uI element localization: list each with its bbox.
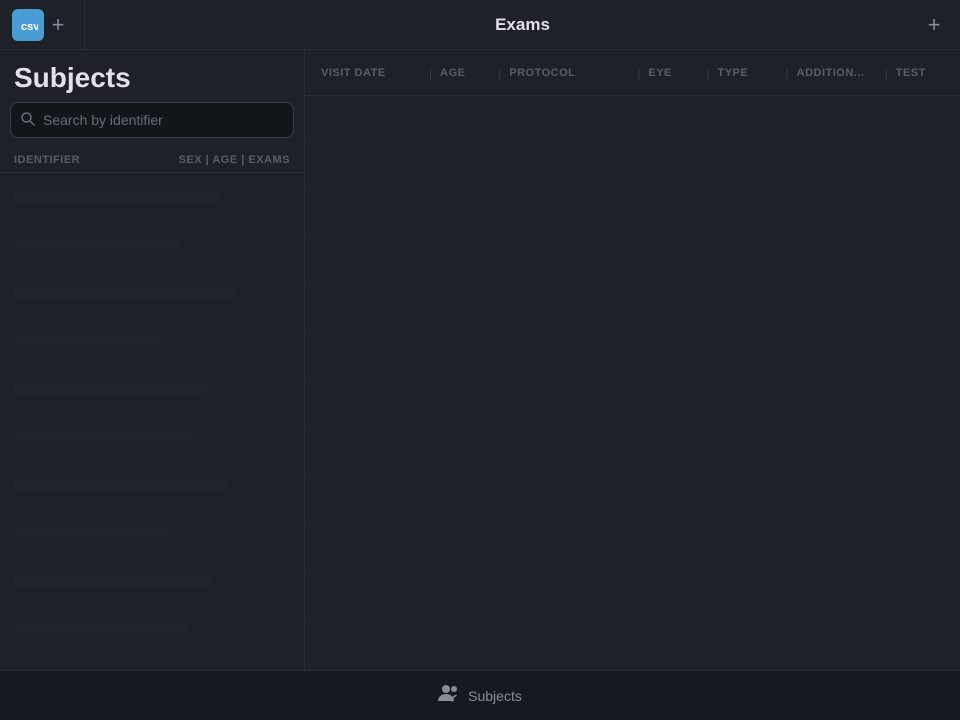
- test-col-header: TEST: [896, 67, 956, 79]
- table-row[interactable]: [305, 240, 960, 288]
- separator-6: |: [885, 66, 888, 80]
- table-row[interactable]: [0, 557, 304, 605]
- identifier-col-header: IDENTIFIER: [14, 154, 80, 166]
- subject-rows: [0, 173, 304, 670]
- top-bar: csv + Exams +: [0, 0, 960, 50]
- table-row[interactable]: [0, 269, 304, 317]
- separator-3: |: [637, 66, 640, 80]
- left-panel: Subjects IDENTIFIER SEX | AGE | EXAMS: [0, 50, 305, 670]
- table-row[interactable]: [305, 192, 960, 240]
- table-row[interactable]: [0, 461, 304, 509]
- main-content: Subjects IDENTIFIER SEX | AGE | EXAMS: [0, 50, 960, 670]
- table-row[interactable]: [0, 413, 304, 461]
- exams-panel-title: Exams: [495, 15, 550, 35]
- right-header: Exams +: [85, 0, 960, 49]
- search-input[interactable]: [43, 112, 283, 128]
- left-column-headers: IDENTIFIER SEX | AGE | EXAMS: [0, 148, 304, 173]
- add-subject-button[interactable]: +: [44, 11, 72, 39]
- age-col-header: AGE: [440, 67, 490, 79]
- table-row[interactable]: [305, 528, 960, 576]
- table-row[interactable]: [0, 317, 304, 365]
- right-panel: VISIT DATE | AGE | PROTOCOL | EYE | TYPE…: [305, 50, 960, 670]
- table-row[interactable]: [0, 653, 304, 670]
- table-row[interactable]: [305, 624, 960, 670]
- additional-col-header: ADDITION...: [797, 67, 877, 79]
- search-icon: [21, 112, 35, 129]
- sex-age-exams-col-header: SEX | AGE | EXAMS: [179, 154, 290, 166]
- separator-5: |: [786, 66, 789, 80]
- separator-2: |: [498, 66, 501, 80]
- table-row[interactable]: [305, 432, 960, 480]
- exam-rows: [305, 96, 960, 670]
- visit-date-col-header: VISIT DATE: [321, 67, 421, 79]
- table-row[interactable]: [0, 221, 304, 269]
- separator-4: |: [706, 66, 709, 80]
- table-row[interactable]: [0, 173, 304, 221]
- subjects-title: Subjects: [0, 50, 304, 102]
- type-col-header: TYPE: [718, 67, 778, 79]
- left-header: csv +: [0, 0, 85, 50]
- table-row[interactable]: [305, 288, 960, 336]
- table-row[interactable]: [305, 480, 960, 528]
- table-row[interactable]: [305, 336, 960, 384]
- table-row[interactable]: [305, 576, 960, 624]
- people-icon: [438, 684, 460, 707]
- table-row[interactable]: [305, 384, 960, 432]
- separator-1: |: [429, 66, 432, 80]
- table-row[interactable]: [0, 509, 304, 557]
- table-row[interactable]: [305, 144, 960, 192]
- add-exam-button[interactable]: +: [920, 11, 948, 39]
- bottom-bar: Subjects: [0, 670, 960, 720]
- svg-text:csv: csv: [21, 21, 38, 33]
- table-row[interactable]: [0, 605, 304, 653]
- table-row[interactable]: [305, 96, 960, 144]
- eye-col-header: EYE: [648, 67, 698, 79]
- bottom-label: Subjects: [468, 688, 522, 704]
- exams-column-headers: VISIT DATE | AGE | PROTOCOL | EYE | TYPE…: [305, 50, 960, 96]
- search-bar[interactable]: [10, 102, 294, 138]
- protocol-col-header: PROTOCOL: [509, 67, 629, 79]
- table-row[interactable]: [0, 365, 304, 413]
- app-icon: csv: [12, 9, 44, 41]
